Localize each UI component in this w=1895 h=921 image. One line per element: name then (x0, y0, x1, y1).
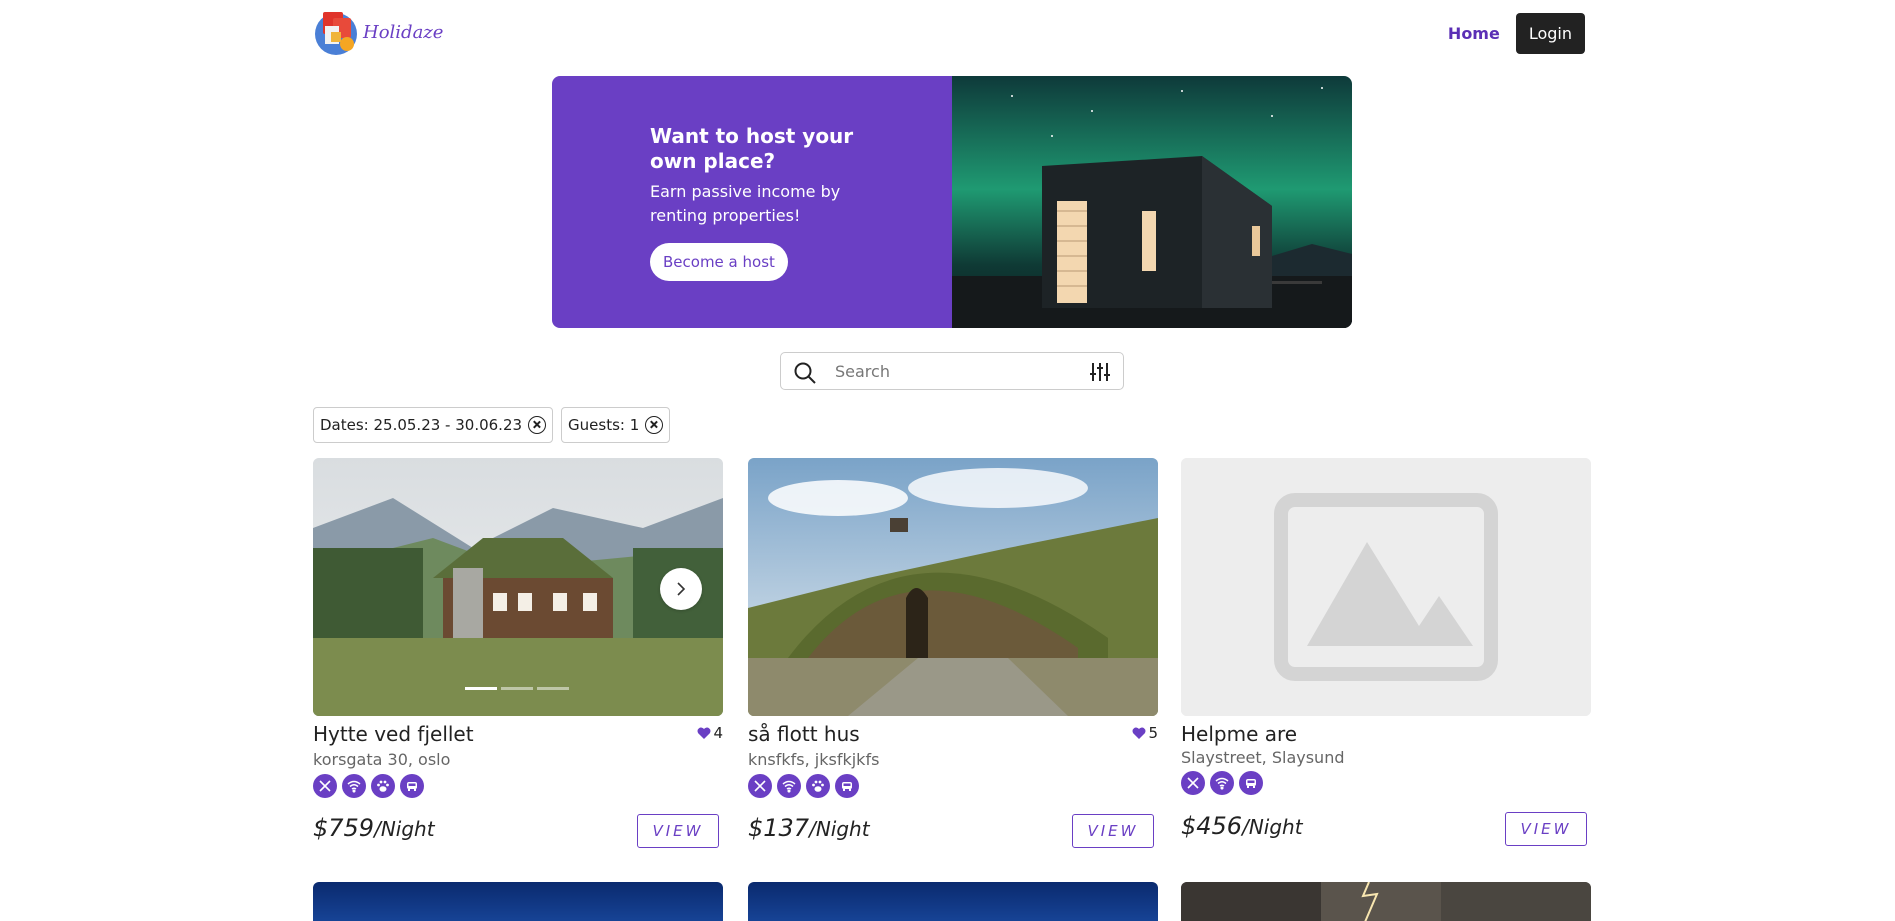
view-listing-button[interactable]: VIEW (1072, 814, 1154, 848)
listing-price: $137/Night (748, 814, 870, 842)
chevron-right-icon (677, 582, 686, 596)
listing-card: Hytte ved fjellet 4 korsgata 30, oslo $7… (313, 458, 723, 858)
parking-icon (835, 774, 859, 798)
nav-home-link[interactable]: Home (1448, 24, 1500, 43)
parking-icon (1239, 771, 1263, 795)
price-unit: /Night (809, 817, 870, 841)
host-banner: Want to host your own place? Earn passiv… (552, 76, 1352, 328)
price-unit: /Night (374, 817, 435, 841)
heart-icon (697, 727, 711, 739)
listing-image[interactable] (748, 458, 1158, 716)
become-host-button[interactable]: Become a host (650, 243, 788, 281)
amenities-list (313, 774, 424, 798)
pets-icon (806, 774, 830, 798)
listing-address: korsgata 30, oslo (313, 750, 451, 769)
filter-chip-label: Guests: 1 (568, 416, 640, 434)
listing-title: Hytte ved fjellet (313, 722, 474, 746)
site-header: Holidaze Home Login (313, 8, 1589, 58)
listing-likes: 5 (1132, 724, 1158, 742)
breakfast-icon (313, 774, 337, 798)
heart-icon (1132, 727, 1146, 739)
likes-count: 4 (713, 724, 723, 742)
login-button[interactable]: Login (1515, 13, 1585, 54)
parking-icon (400, 774, 424, 798)
listing-image-placeholder[interactable] (1181, 458, 1591, 716)
breakfast-icon (1181, 771, 1205, 795)
listing-likes: 4 (697, 724, 723, 742)
breakfast-icon (748, 774, 772, 798)
listing-card: Helpme are Slaystreet, Slaysund $456/Nig… (1181, 458, 1591, 858)
image-placeholder-icon (1181, 458, 1591, 716)
remove-filter-icon[interactable] (528, 416, 547, 434)
listing-image[interactable] (313, 882, 723, 921)
remove-filter-icon[interactable] (645, 416, 664, 434)
filter-sliders-icon[interactable] (1089, 361, 1111, 387)
price-amount: $759 (313, 814, 375, 842)
pets-icon (371, 774, 395, 798)
listing-card: så flott hus 5 knsfkfs, jksfkjkfs $137/N… (748, 458, 1158, 858)
price-amount: $456 (1181, 812, 1243, 840)
carousel-indicators (465, 687, 569, 690)
price-unit: /Night (1242, 815, 1303, 839)
host-banner-title: Want to host your own place? (650, 124, 854, 173)
search-icon[interactable] (793, 361, 817, 389)
view-listing-button[interactable]: VIEW (637, 814, 719, 848)
view-listing-button[interactable]: VIEW (1505, 812, 1587, 846)
listing-price: $759/Night (313, 814, 435, 842)
filter-chip-dates: Dates: 25.05.23 - 30.06.23 (313, 407, 554, 443)
carousel-dot[interactable] (501, 687, 533, 690)
search-input[interactable] (835, 357, 1075, 385)
search-bar (780, 352, 1124, 390)
likes-count: 5 (1148, 724, 1158, 742)
listing-image[interactable] (313, 458, 723, 716)
carousel-dot[interactable] (537, 687, 569, 690)
amenities-list (748, 774, 859, 798)
wifi-icon (777, 774, 801, 798)
logo-icon (313, 8, 359, 56)
price-amount: $137 (748, 814, 810, 842)
listing-title: så flott hus (748, 722, 860, 746)
listing-address: Slaystreet, Slaysund (1181, 748, 1345, 767)
active-filters: Dates: 25.05.23 - 30.06.23 Guests: 1 (313, 407, 671, 443)
host-banner-subtitle: Earn passive income by renting propertie… (650, 182, 841, 225)
filter-chip-label: Dates: 25.05.23 - 30.06.23 (320, 416, 523, 434)
brand-logo[interactable]: Holidaze (313, 8, 443, 56)
host-banner-text: Want to host your own place? Earn passiv… (552, 76, 952, 328)
listing-title: Helpme are (1181, 722, 1298, 746)
listing-price: $456/Night (1181, 812, 1303, 840)
amenities-list (1181, 771, 1263, 795)
brand-name: Holidaze (363, 21, 444, 43)
main-nav: Home Login (1448, 13, 1585, 54)
carousel-next-button[interactable] (660, 568, 702, 610)
host-banner-image (952, 76, 1352, 328)
listing-image[interactable] (748, 882, 1158, 921)
carousel-dot[interactable] (465, 687, 497, 690)
listing-address: knsfkfs, jksfkjkfs (748, 750, 880, 769)
wifi-icon (342, 774, 366, 798)
listing-image[interactable] (1181, 882, 1591, 921)
filter-chip-guests: Guests: 1 (561, 407, 671, 443)
wifi-icon (1210, 771, 1234, 795)
